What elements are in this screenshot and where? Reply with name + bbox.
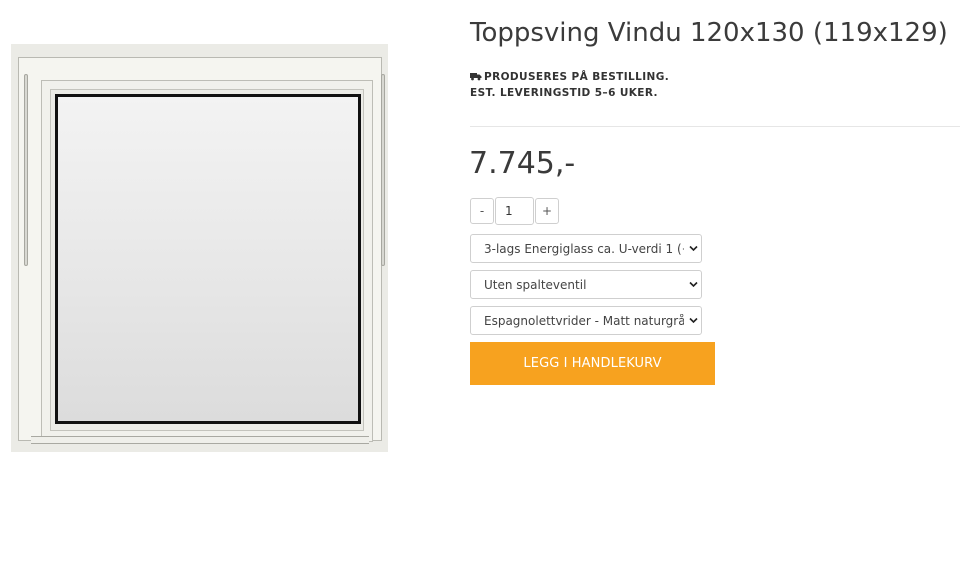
- vent-select[interactable]: Uten spalteventil: [470, 270, 702, 299]
- product-price: 7.745,-: [469, 146, 576, 181]
- stock-status-text: PRODUSERES PÅ BESTILLING.: [484, 71, 670, 83]
- chevron-down-icon: [689, 317, 698, 324]
- hinge-rail-left: [24, 74, 28, 266]
- delivery-estimate: EST. LEVERINGSTID 5–6 UKER.: [470, 87, 658, 99]
- chevron-down-icon: [689, 245, 698, 252]
- window-glass: [55, 94, 361, 424]
- divider: [470, 126, 960, 127]
- quantity-stepper: - +: [470, 197, 559, 225]
- product-page: Toppsving Vindu 120x130 (119x129) PRODUS…: [0, 0, 960, 576]
- stock-status: PRODUSERES PÅ BESTILLING.: [470, 69, 669, 85]
- truck-icon: [470, 73, 482, 81]
- quantity-decrement-button[interactable]: -: [470, 198, 494, 224]
- glass-type-value: 3-lags Energiglass ca. U-verdi 1 (+415: [484, 242, 684, 256]
- chevron-down-icon: [689, 281, 698, 288]
- window-sill: [31, 436, 369, 444]
- window-sash: [41, 80, 373, 442]
- hinge-rail-right: [381, 74, 385, 266]
- handle-select[interactable]: Espagnolettvrider - Matt naturgrå alu: [470, 306, 702, 335]
- vent-value: Uten spalteventil: [484, 278, 587, 292]
- window-sash-inner: [50, 89, 364, 431]
- add-to-cart-button[interactable]: LEGG I HANDLEKURV: [470, 342, 715, 385]
- handle-value: Espagnolettvrider - Matt naturgrå alu: [484, 314, 684, 328]
- quantity-increment-button[interactable]: +: [535, 198, 559, 224]
- stock-info: PRODUSERES PÅ BESTILLING. EST. LEVERINGS…: [470, 69, 669, 101]
- quantity-input[interactable]: [495, 197, 534, 225]
- product-title: Toppsving Vindu 120x130 (119x129): [470, 18, 948, 48]
- window-frame: [18, 57, 385, 444]
- product-image[interactable]: [11, 44, 388, 452]
- glass-type-select[interactable]: 3-lags Energiglass ca. U-verdi 1 (+415: [470, 234, 702, 263]
